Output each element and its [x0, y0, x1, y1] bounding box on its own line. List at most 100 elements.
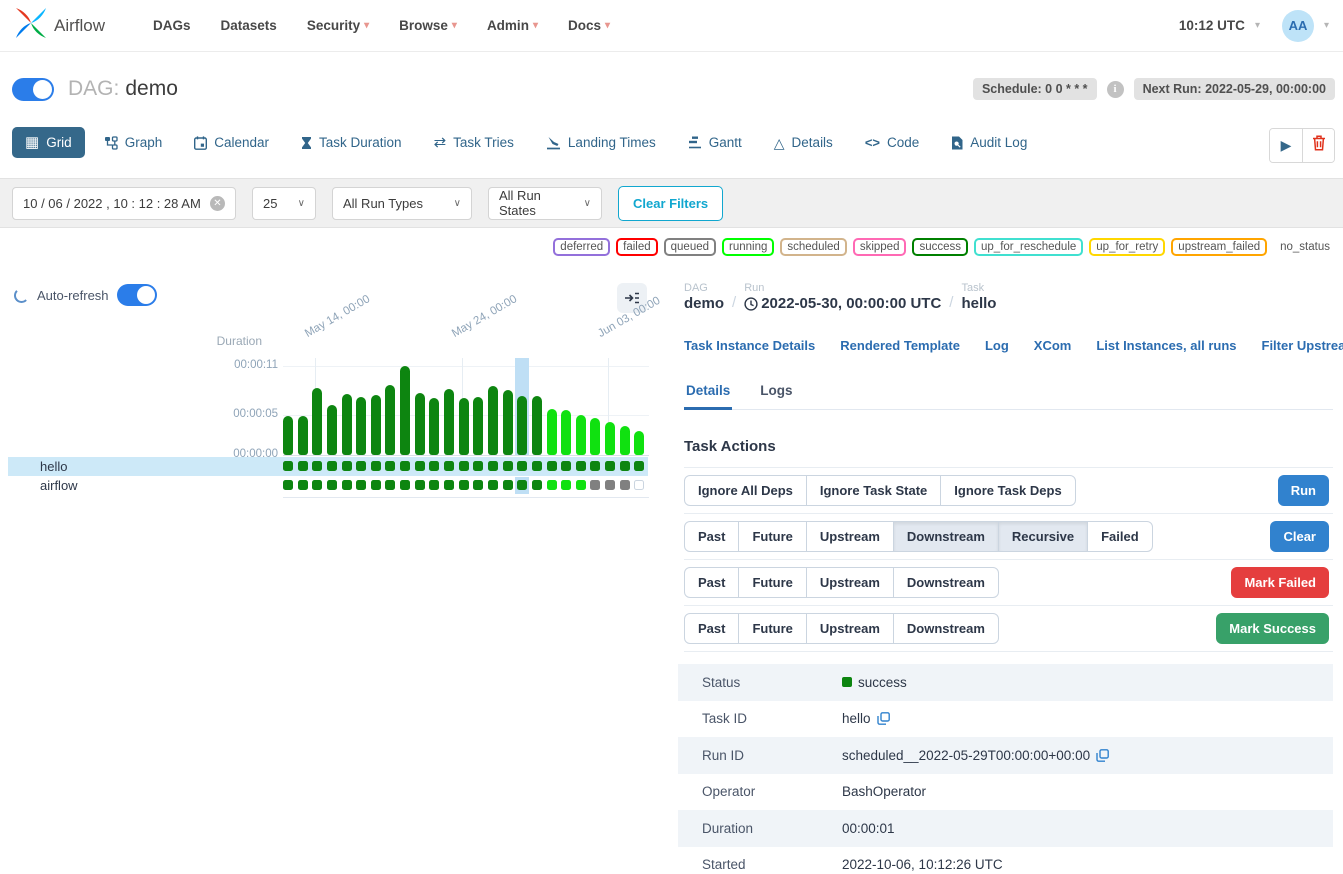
task-instance-success[interactable] [488, 480, 498, 490]
option-upstream[interactable]: Upstream [806, 613, 894, 644]
run-types-select[interactable]: All Run Types ∨ [332, 187, 472, 220]
task-instance-success[interactable] [327, 461, 337, 471]
task-instance-success[interactable] [532, 480, 542, 490]
task-instance-success[interactable] [371, 461, 381, 471]
task-instance-success[interactable] [517, 480, 527, 490]
option-future[interactable]: Future [738, 613, 806, 644]
tab-gantt[interactable]: Gantt [675, 127, 755, 158]
crumb-task-value[interactable]: hello [961, 295, 996, 312]
task-instance-success[interactable] [283, 480, 293, 490]
task-instance-success[interactable] [634, 461, 644, 471]
task-instance-success[interactable] [356, 461, 366, 471]
tab-code[interactable]: <>Code [852, 127, 932, 158]
task-instance-running[interactable] [561, 480, 571, 490]
run-bar[interactable] [342, 394, 352, 455]
run-bar[interactable] [532, 396, 542, 455]
option-downstream[interactable]: Downstream [893, 567, 999, 598]
option-past[interactable]: Past [684, 521, 739, 552]
task-instance-success[interactable] [473, 480, 483, 490]
nav-item-admin[interactable]: Admin▾ [487, 18, 538, 33]
run-bar[interactable] [312, 388, 322, 455]
task-instance-success[interactable] [561, 461, 571, 471]
task-instance-no_status[interactable] [634, 480, 644, 490]
task-instance-success[interactable] [532, 461, 542, 471]
option-ignore-task-deps[interactable]: Ignore Task Deps [940, 475, 1075, 506]
task-instance-success[interactable] [371, 480, 381, 490]
tab-graph[interactable]: Graph [91, 127, 176, 158]
run-bar[interactable] [385, 385, 395, 455]
trigger-dag-button[interactable]: ▶ [1270, 129, 1302, 162]
run-bar[interactable] [547, 409, 557, 455]
nav-item-datasets[interactable]: Datasets [221, 18, 277, 33]
task-instance-success[interactable] [503, 461, 513, 471]
task-instance-queued[interactable] [620, 480, 630, 490]
task-instance-success[interactable] [444, 461, 454, 471]
num-runs-select[interactable]: 25 ∨ [252, 187, 316, 220]
tab-task-duration[interactable]: Task Duration [288, 127, 415, 158]
option-past[interactable]: Past [684, 613, 739, 644]
option-recursive[interactable]: Recursive [998, 521, 1088, 552]
nav-item-security[interactable]: Security▾ [307, 18, 369, 33]
option-upstream[interactable]: Upstream [806, 567, 894, 598]
option-downstream[interactable]: Downstream [893, 613, 999, 644]
task-instance-queued[interactable] [590, 480, 600, 490]
task-instance-success[interactable] [385, 480, 395, 490]
panel-tab-logs[interactable]: Logs [758, 377, 794, 409]
task-instance-success[interactable] [415, 461, 425, 471]
link-filter-upstream[interactable]: Filter Upstream [1262, 338, 1343, 353]
task-instance-queued[interactable] [605, 480, 615, 490]
nav-item-browse[interactable]: Browse▾ [399, 18, 457, 33]
task-instance-success[interactable] [342, 480, 352, 490]
run-bar[interactable] [283, 416, 293, 455]
task-instance-success[interactable] [503, 480, 513, 490]
option-future[interactable]: Future [738, 567, 806, 598]
run-bar[interactable] [590, 418, 600, 455]
run-bar[interactable] [634, 431, 644, 455]
task-instance-success[interactable] [473, 461, 483, 471]
task-instance-success[interactable] [327, 480, 337, 490]
task-instance-success[interactable] [605, 461, 615, 471]
schedule-info-icon[interactable]: i [1107, 81, 1124, 98]
run-states-select[interactable]: All Run States ∨ [488, 187, 602, 220]
task-instance-success[interactable] [400, 480, 410, 490]
task-instance-success[interactable] [429, 480, 439, 490]
copy-icon[interactable] [877, 712, 890, 725]
run-bar[interactable] [488, 386, 498, 455]
option-ignore-all-deps[interactable]: Ignore All Deps [684, 475, 807, 506]
run-bar[interactable] [561, 410, 571, 455]
tab-landing-times[interactable]: Landing Times [533, 127, 669, 158]
run-bar[interactable] [371, 395, 381, 455]
run-bar[interactable] [429, 398, 439, 455]
run-bar[interactable] [605, 422, 615, 455]
link-rendered-template[interactable]: Rendered Template [840, 338, 960, 353]
tab-grid[interactable]: ▦Grid [12, 127, 85, 158]
task-instance-success[interactable] [342, 461, 352, 471]
run-bar[interactable] [444, 389, 454, 455]
link-xcom[interactable]: XCom [1034, 338, 1072, 353]
task-instance-success[interactable] [312, 461, 322, 471]
run-bar[interactable] [473, 397, 483, 455]
task-instance-running[interactable] [547, 480, 557, 490]
option-upstream[interactable]: Upstream [806, 521, 894, 552]
base-date-input[interactable]: 10 / 06 / 2022 , 10 : 12 : 28 AM ✕ [12, 187, 236, 220]
task-instance-success[interactable] [356, 480, 366, 490]
task-instance-success[interactable] [517, 461, 527, 471]
run-bar[interactable] [576, 415, 586, 455]
delete-dag-button[interactable] [1302, 129, 1334, 162]
dag-pause-toggle[interactable] [12, 78, 54, 101]
option-ignore-task-state[interactable]: Ignore Task State [806, 475, 941, 506]
mark-success-button[interactable]: Mark Success [1216, 613, 1329, 644]
tab-audit-log[interactable]: Audit Log [938, 127, 1040, 158]
task-instance-success[interactable] [400, 461, 410, 471]
task-instance-success[interactable] [459, 461, 469, 471]
auto-refresh-toggle[interactable] [117, 284, 157, 306]
option-failed[interactable]: Failed [1087, 521, 1153, 552]
run-bar[interactable] [298, 416, 308, 455]
task-instance-success[interactable] [576, 461, 586, 471]
task-instance-success[interactable] [298, 461, 308, 471]
task-instance-success[interactable] [298, 480, 308, 490]
run-bar[interactable] [503, 390, 513, 455]
option-downstream[interactable]: Downstream [893, 521, 999, 552]
task-instance-success[interactable] [620, 461, 630, 471]
crumb-run-value[interactable]: 2022-05-30, 00:00:00 UTC [744, 295, 941, 312]
